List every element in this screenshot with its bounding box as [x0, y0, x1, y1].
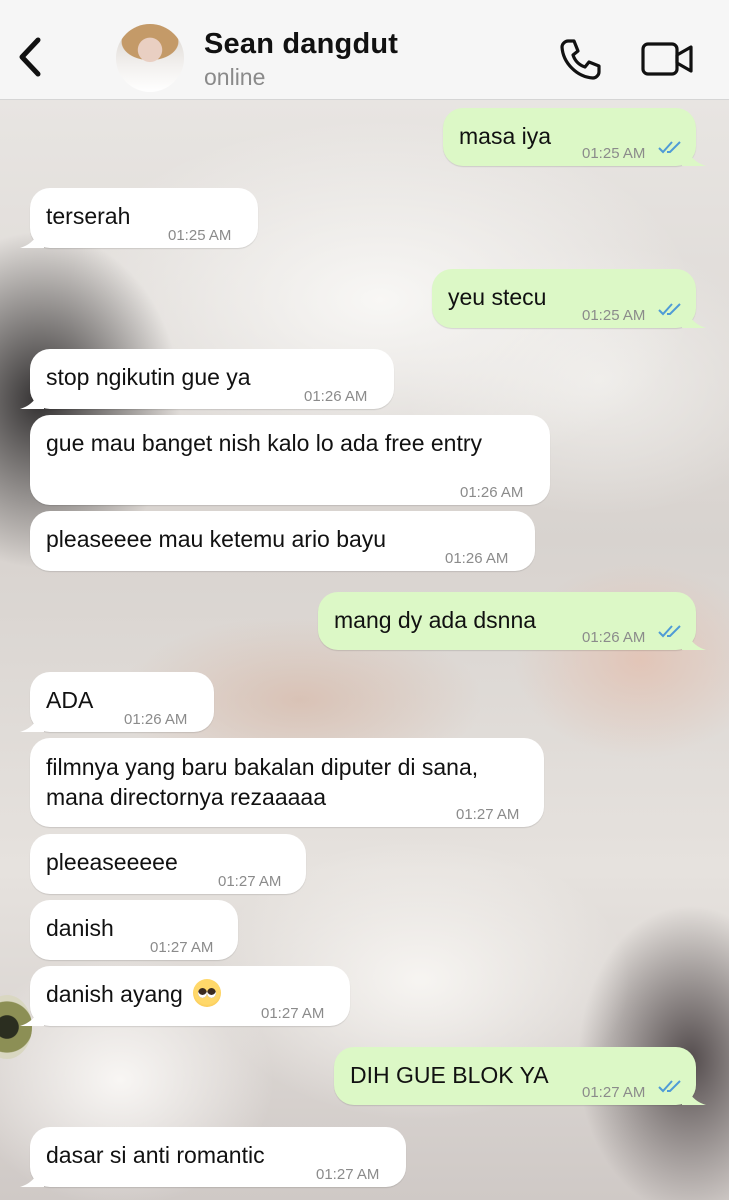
- message-text: terserah: [46, 203, 131, 229]
- message-text-line: filmnya yang baru bakalan diputer di san…: [46, 754, 479, 780]
- bubble-tail: [20, 387, 44, 409]
- phone-icon: [560, 39, 601, 80]
- message-time: 01:25 AM: [582, 145, 646, 162]
- outgoing-message[interactable]: masa iya 01:25 AM: [443, 108, 706, 166]
- bubble-tail: [682, 628, 706, 650]
- chat-header: Sean dangdut online: [0, 0, 729, 100]
- incoming-message[interactable]: pleaseeee mau ketemu ario bayu 01:26 AM: [30, 511, 535, 571]
- message-time: 01:27 AM: [261, 1005, 325, 1022]
- bubble-tail: [20, 710, 44, 732]
- contact-status: online: [204, 64, 266, 90]
- message-text: dasar si anti romantic: [46, 1142, 265, 1168]
- message-text: DIH GUE BLOK YA: [350, 1062, 549, 1088]
- video-call-button[interactable]: [640, 40, 694, 78]
- message-time: 01:27 AM: [582, 1084, 646, 1101]
- incoming-message[interactable]: pleeaseeeee 01:27 AM: [30, 834, 306, 894]
- voice-call-button[interactable]: [556, 36, 604, 82]
- message-text-line: mana directornya rezaaaaa: [46, 784, 326, 810]
- message-time: 01:26 AM: [445, 550, 509, 567]
- message-text: yeu stecu: [448, 284, 547, 310]
- double-check-icon: [658, 141, 681, 154]
- message-time: 01:26 AM: [582, 629, 646, 646]
- outgoing-message[interactable]: DIH GUE BLOK YA 01:27 AM: [334, 1047, 706, 1105]
- message-time: 01:25 AM: [582, 307, 646, 324]
- video-camera-icon: [641, 42, 693, 76]
- bubble-tail: [682, 1083, 706, 1105]
- message-time: 01:26 AM: [460, 484, 524, 501]
- message-text: ADA: [46, 687, 94, 713]
- contact-name[interactable]: Sean dangdut: [204, 28, 398, 61]
- back-button[interactable]: [14, 34, 50, 80]
- double-check-icon: [658, 625, 681, 638]
- message-time: 01:27 AM: [456, 806, 520, 823]
- incoming-message[interactable]: dasar si anti romantic 01:27 AM: [20, 1127, 406, 1187]
- bubble-tail: [20, 1004, 44, 1026]
- message-text: stop ngikutin gue ya: [46, 364, 251, 390]
- bubble-tail: [682, 306, 706, 328]
- pleading-face-icon: [193, 979, 222, 1007]
- incoming-message[interactable]: terserah 01:25 AM: [20, 188, 258, 248]
- double-check-icon: [658, 303, 681, 316]
- incoming-message[interactable]: ADA 01:26 AM: [20, 672, 214, 732]
- outgoing-message[interactable]: yeu stecu 01:25 AM: [432, 269, 706, 328]
- message-text: gue mau banget nish kalo lo ada free ent…: [46, 430, 483, 456]
- incoming-message[interactable]: filmnya yang baru bakalan diputer di san…: [30, 738, 544, 827]
- bubble-tail: [20, 226, 44, 248]
- message-text: danish: [46, 915, 114, 941]
- incoming-message[interactable]: stop ngikutin gue ya 01:26 AM: [20, 349, 394, 409]
- chevron-left-icon: [19, 37, 41, 77]
- message-time: 01:27 AM: [316, 1166, 380, 1183]
- message-time: 01:26 AM: [304, 388, 368, 405]
- message-text: mang dy ada dsnna: [334, 607, 537, 633]
- incoming-message[interactable]: gue mau banget nish kalo lo ada free ent…: [30, 415, 550, 505]
- message-text: masa iya: [459, 123, 552, 149]
- message-text: danish ayang: [46, 979, 222, 1009]
- bubble-tail: [682, 144, 706, 166]
- message-time: 01:27 AM: [150, 939, 214, 956]
- message-time: 01:27 AM: [218, 873, 282, 890]
- message-text: pleeaseeeee: [46, 849, 178, 875]
- bubble-tail: [20, 1165, 44, 1187]
- outgoing-message[interactable]: mang dy ada dsnna 01:26 AM: [318, 592, 706, 650]
- incoming-message[interactable]: danish 01:27 AM: [30, 900, 238, 960]
- message-text-content: danish ayang: [46, 981, 183, 1007]
- message-time: 01:26 AM: [124, 711, 188, 728]
- message-time: 01:25 AM: [168, 227, 232, 244]
- incoming-message[interactable]: danish ayang 01:27 AM: [20, 966, 350, 1026]
- contact-avatar[interactable]: [116, 24, 184, 92]
- message-text: pleaseeee mau ketemu ario bayu: [46, 526, 387, 552]
- double-check-icon: [658, 1080, 681, 1093]
